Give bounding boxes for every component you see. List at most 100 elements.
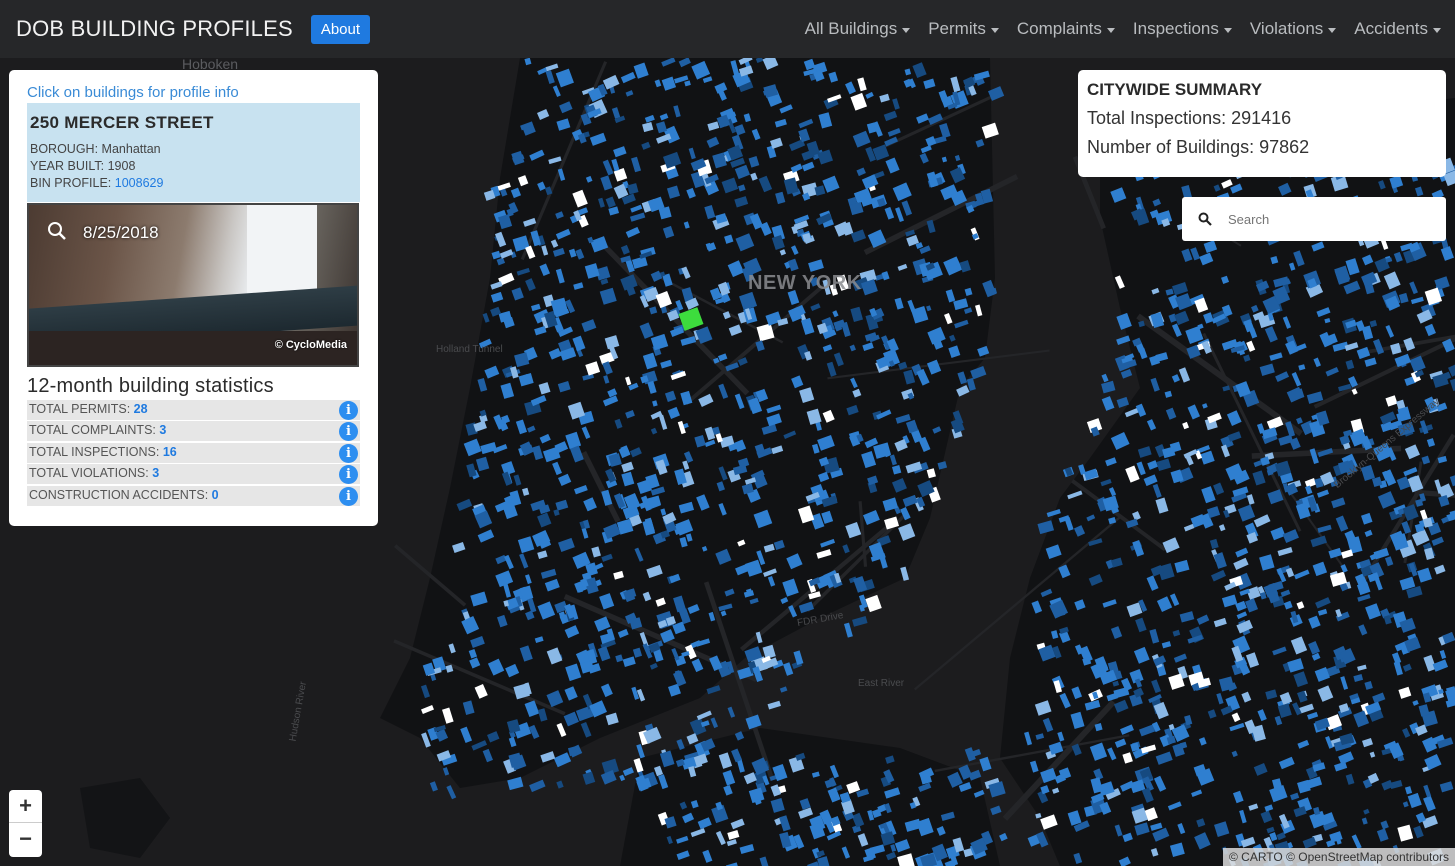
photo-credit: © CycloMedia <box>274 339 347 351</box>
caret-down-icon <box>1106 27 1115 33</box>
stat-row-permits: TOTAL PERMITS: 28 i <box>27 399 360 420</box>
menu-all-buildings[interactable]: All Buildings <box>805 19 911 39</box>
building-footprint[interactable] <box>1101 373 1109 383</box>
building-footprint[interactable] <box>793 650 804 665</box>
menu-violations[interactable]: Violations <box>1250 19 1337 39</box>
menu-inspections[interactable]: Inspections <box>1133 19 1232 39</box>
map-label-city: NEW YORK <box>748 272 862 294</box>
building-footprint[interactable] <box>727 706 736 718</box>
inspections-label: Total Inspections: <box>1087 108 1227 128</box>
info-icon[interactable]: i <box>339 486 358 506</box>
caret-down-icon <box>902 27 911 33</box>
building-footprint[interactable] <box>582 771 596 785</box>
building-profile-panel: Click on buildings for profile info 250 … <box>9 70 378 526</box>
building-footprint[interactable] <box>446 785 457 800</box>
info-icon[interactable]: i <box>339 422 358 441</box>
stat-label: TOTAL VIOLATIONS: <box>29 466 149 480</box>
building-footprint[interactable] <box>966 377 976 391</box>
search-box <box>1182 197 1446 241</box>
zoom-in-button[interactable]: + <box>9 790 42 823</box>
year-built-value: 1908 <box>107 159 136 173</box>
map-label-east-river: East River <box>858 678 905 689</box>
building-footprint[interactable] <box>622 767 634 777</box>
menu-complaints[interactable]: Complaints <box>1017 19 1115 39</box>
menu-label: Permits <box>928 19 986 38</box>
building-meta: BOROUGH: Manhattan YEAR BUILT: 1908 BIN … <box>30 141 357 192</box>
building-footprint[interactable] <box>696 710 712 721</box>
building-footprint[interactable] <box>556 780 564 789</box>
menu-accidents[interactable]: Accidents <box>1354 19 1441 39</box>
stat-value: 28 <box>133 401 148 416</box>
nav-menu: All Buildings Permits Complaints Inspect… <box>787 0 1441 58</box>
stat-row-accidents: CONSTRUCTION ACCIDENTS: 0 i <box>27 485 360 506</box>
menu-label: Accidents <box>1354 19 1428 38</box>
inspections-value: 291416 <box>1231 108 1292 128</box>
building-footprint[interactable] <box>710 717 719 729</box>
info-icon[interactable]: i <box>339 443 358 463</box>
building-footprint[interactable] <box>676 738 685 750</box>
borough-value: Manhattan <box>101 142 161 156</box>
search-icon <box>1198 212 1212 226</box>
building-footprint[interactable] <box>745 714 762 730</box>
building-footprint[interactable] <box>783 662 794 676</box>
building-footprint[interactable] <box>1116 335 1131 346</box>
stat-label: TOTAL COMPLAINTS: <box>29 423 156 437</box>
building-footprint[interactable] <box>1101 396 1115 411</box>
photo-date: 8/25/2018 <box>83 223 159 242</box>
bin-profile-link[interactable]: 1008629 <box>115 176 164 190</box>
stat-label: CONSTRUCTION ACCIDENTS: <box>29 487 209 502</box>
summary-title: CITYWIDE SUMMARY <box>1087 80 1263 99</box>
street-view-photo[interactable]: 8/25/2018 © CycloMedia <box>27 203 359 367</box>
buildings-value: 97862 <box>1259 137 1310 157</box>
building-info-box: 250 MERCER STREET BOROUGH: Manhattan YEA… <box>27 103 360 202</box>
profile-hint: Click on buildings for profile info <box>27 84 239 101</box>
building-footprint[interactable] <box>979 756 992 772</box>
info-icon[interactable]: i <box>339 465 358 484</box>
caret-down-icon <box>1223 27 1232 33</box>
top-navbar: DOB BUILDING PROFILES About All Building… <box>0 0 1455 58</box>
buildings-label: Number of Buildings: <box>1087 137 1255 157</box>
stat-value: 3 <box>159 423 167 437</box>
stat-row-inspections: TOTAL INSPECTIONS: 16 i <box>27 442 360 463</box>
caret-down-icon <box>1433 27 1441 33</box>
map-attribution: © CARTO © OpenStreetMap contributors <box>1223 848 1455 866</box>
building-footprint[interactable] <box>619 774 626 782</box>
caret-down-icon <box>990 27 999 33</box>
building-footprint[interactable] <box>1101 380 1116 394</box>
building-footprint[interactable] <box>852 615 868 627</box>
photo-zoom-icon[interactable] <box>47 221 67 241</box>
borough-label: BOROUGH: <box>30 142 99 156</box>
citywide-summary: CITYWIDE SUMMARY Total Inspections: 2914… <box>1078 70 1446 177</box>
governors-island <box>80 778 170 858</box>
menu-label: Inspections <box>1132 19 1219 38</box>
building-footprint[interactable] <box>779 686 788 693</box>
summary-buildings: Number of Buildings: 97862 <box>1087 137 1437 158</box>
building-footprint[interactable] <box>689 717 707 736</box>
stat-row-violations: TOTAL VIOLATIONS: 3 i <box>27 464 360 484</box>
building-footprint[interactable] <box>429 781 438 792</box>
building-footprint[interactable] <box>990 805 1002 816</box>
building-footprint[interactable] <box>865 594 882 613</box>
building-footprint[interactable] <box>767 700 781 710</box>
stat-value: 3 <box>152 466 160 480</box>
building-footprint[interactable] <box>843 622 853 638</box>
menu-permits[interactable]: Permits <box>928 19 999 39</box>
about-button[interactable]: About <box>310 14 371 44</box>
map-label-holland-tunnel: Holland Tunnel <box>436 344 503 355</box>
stat-label: TOTAL INSPECTIONS: <box>29 444 160 459</box>
zoom-control: + − <box>9 790 42 857</box>
building-footprint[interactable] <box>529 779 546 793</box>
bin-profile-label: BIN PROFILE: <box>30 176 112 190</box>
building-footprint[interactable] <box>636 743 645 759</box>
building-footprint[interactable] <box>999 832 1008 842</box>
stat-label: TOTAL PERMITS: <box>29 401 131 416</box>
app-title: DOB BUILDING PROFILES <box>16 16 293 41</box>
info-icon[interactable]: i <box>339 400 358 420</box>
caret-down-icon <box>1328 27 1337 33</box>
menu-label: Complaints <box>1016 19 1102 38</box>
building-footprint[interactable] <box>1120 369 1133 379</box>
search-input[interactable] <box>1226 210 1426 228</box>
building-address: 250 MERCER STREET <box>30 113 214 132</box>
stat-row-complaints: TOTAL COMPLAINTS: 3 i <box>27 421 360 441</box>
zoom-out-button[interactable]: − <box>9 823 42 856</box>
